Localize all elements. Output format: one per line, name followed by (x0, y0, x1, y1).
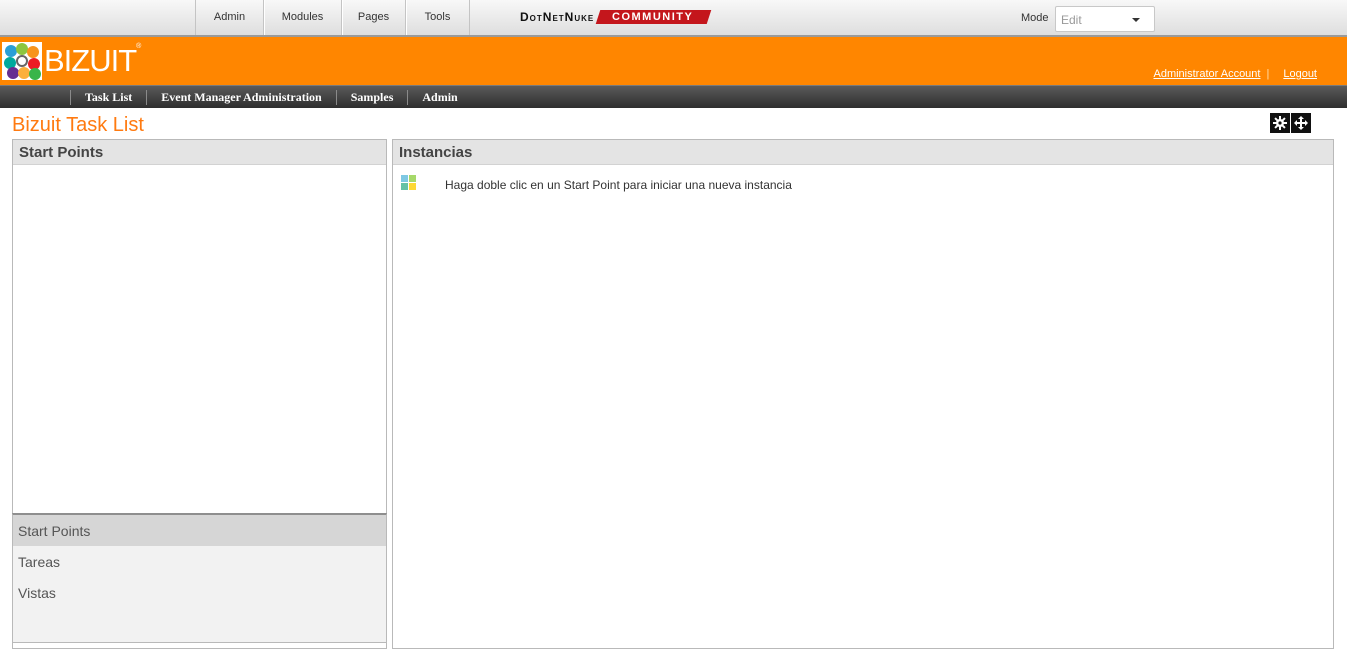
bizuit-logo-icon (2, 42, 42, 80)
mode-select[interactable]: Edit (1055, 6, 1155, 32)
bizuit-logo-text: BIZUIT® (44, 43, 141, 79)
administrator-account-link[interactable]: Administrator Account (1153, 68, 1260, 80)
logout-link[interactable]: Logout (1283, 68, 1317, 80)
site-banner: BIZUIT® Administrator Account | Logout (0, 37, 1347, 85)
nav-pane-tareas[interactable]: Tareas (13, 546, 386, 577)
start-points-panel-header: Start Points (13, 140, 386, 165)
navigation-pane: Start Points Tareas Vistas (12, 513, 387, 643)
instancias-panel: Instancias Haga doble clic en un Start P… (392, 139, 1334, 649)
user-links: Administrator Account | Logout (1153, 68, 1317, 80)
gear-icon[interactable] (1270, 113, 1290, 133)
user-links-separator: | (1266, 68, 1270, 80)
control-menu: Admin Modules Pages Tools (195, 0, 470, 35)
community-badge: COMMUNITY (595, 10, 712, 24)
control-menu-modules[interactable]: Modules (264, 0, 342, 35)
nav-item-event-manager-administration[interactable]: Event Manager Administration (146, 90, 335, 105)
registered-mark: ® (136, 43, 142, 50)
control-menu-pages[interactable]: Pages (342, 0, 406, 35)
instancias-hint-row: Haga doble clic en un Start Point para i… (393, 173, 1333, 192)
main-nav: Task List Event Manager Administration S… (0, 85, 1347, 108)
dnn-brand-logo: DotNetNuke COMMUNITY (520, 9, 712, 25)
community-badge-text: COMMUNITY (612, 11, 694, 23)
dnn-brand-text: DotNetNuke (520, 10, 595, 24)
nav-pane-vistas[interactable]: Vistas (13, 577, 386, 608)
instancias-panel-header: Instancias (393, 140, 1333, 165)
mode-select-value: Edit (1061, 13, 1082, 27)
module-tools (1270, 113, 1311, 133)
instancias-hint-text: Haga doble clic en un Start Point para i… (445, 178, 792, 192)
start-point-icon (401, 174, 417, 191)
move-icon[interactable] (1291, 113, 1311, 133)
nav-item-admin[interactable]: Admin (407, 90, 471, 105)
nav-item-task-list[interactable]: Task List (70, 90, 146, 105)
bizuit-logo-word: BIZUIT (44, 43, 137, 78)
control-menu-admin[interactable]: Admin (196, 0, 264, 35)
nav-pane-start-points[interactable]: Start Points (13, 515, 386, 546)
nav-item-samples[interactable]: Samples (335, 90, 408, 105)
control-menu-tools[interactable]: Tools (406, 0, 470, 35)
chevron-down-icon (1132, 18, 1140, 22)
bizuit-logo[interactable]: BIZUIT® (2, 42, 141, 80)
page-title: Bizuit Task List (12, 114, 144, 136)
main-nav-list: Task List Event Manager Administration S… (70, 90, 472, 105)
mode-label: Mode (1021, 12, 1049, 24)
control-bar: Admin Modules Pages Tools DotNetNuke COM… (0, 0, 1347, 37)
